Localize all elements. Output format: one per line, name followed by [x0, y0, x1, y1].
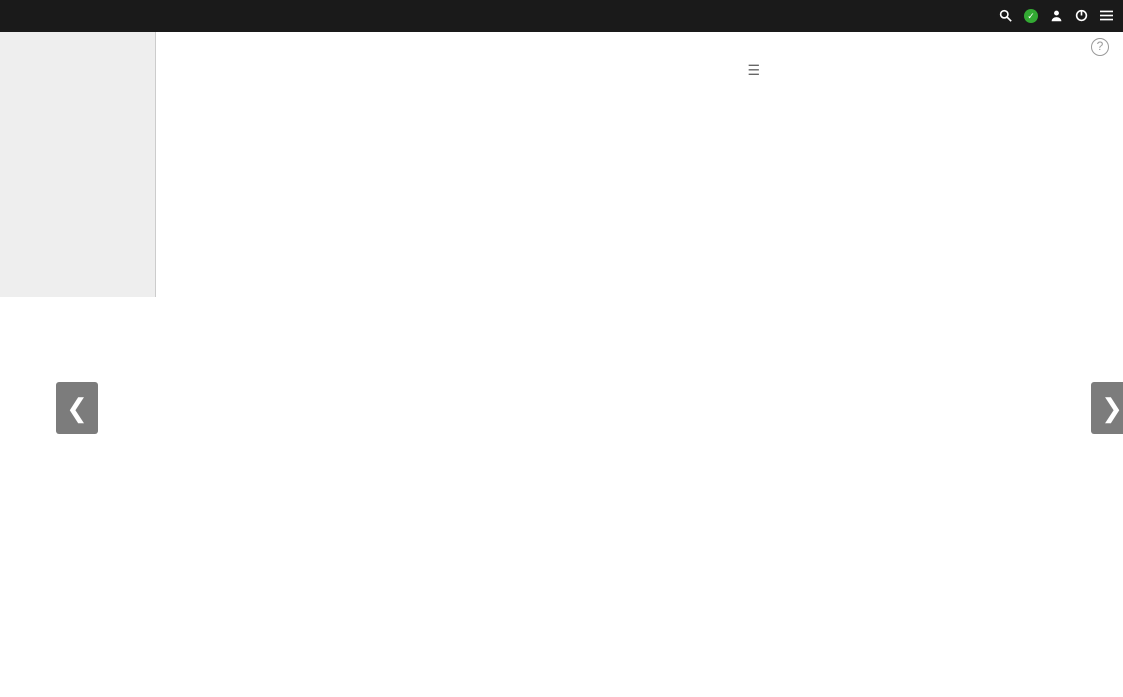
user-name[interactable] [1050, 9, 1063, 23]
sidebar [0, 32, 156, 297]
prev-arrow-icon[interactable]: ❮ [56, 382, 98, 434]
search-icon[interactable] [999, 9, 1012, 23]
chart-bars [335, 58, 760, 253]
help-icon[interactable]: ? [1091, 38, 1109, 56]
chart-xaxis [341, 255, 760, 271]
menu-icon[interactable] [1100, 9, 1113, 23]
content: ? [156, 32, 1123, 297]
logo [10, 6, 14, 26]
status-ok-icon[interactable]: ✓ [1024, 9, 1038, 23]
next-arrow-icon[interactable]: ❯ [1091, 382, 1123, 434]
topbar: ✓ [0, 0, 1123, 32]
logout-link[interactable] [1075, 9, 1088, 23]
